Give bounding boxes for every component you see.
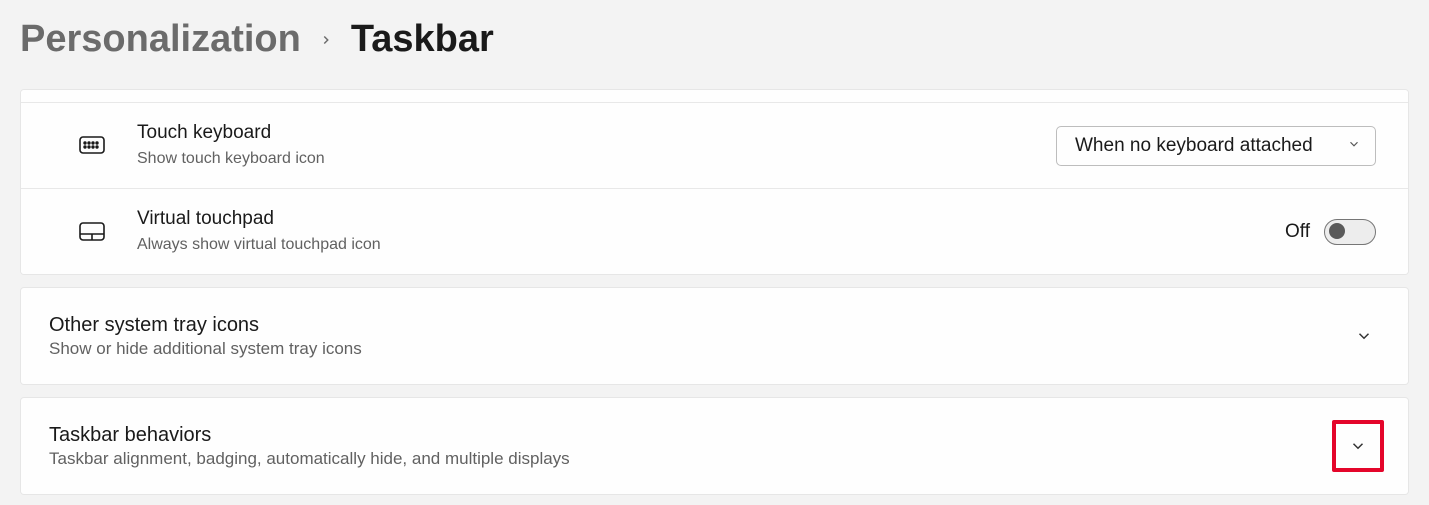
toggle-knob — [1329, 223, 1345, 239]
setting-title: Virtual touchpad — [137, 207, 1285, 232]
setting-row-touch-keyboard: Touch keyboard Show touch keyboard icon … — [21, 103, 1408, 188]
breadcrumb: Personalization Taskbar — [0, 0, 1429, 89]
chevron-down-icon — [1347, 135, 1361, 157]
section-text: Other system tray icons Show or hide add… — [49, 314, 1348, 359]
touchpad-icon — [47, 222, 137, 242]
setting-subtitle: Show touch keyboard icon — [137, 148, 1056, 170]
setting-title: Touch keyboard — [137, 121, 1056, 146]
highlight-annotation — [1332, 420, 1384, 472]
section-subtitle: Taskbar alignment, badging, automaticall… — [49, 449, 1332, 469]
section-title: Taskbar behaviors — [49, 424, 1332, 447]
breadcrumb-current: Taskbar — [351, 18, 494, 61]
settings-section-taskbar-behaviors[interactable]: Taskbar behaviors Taskbar alignment, bad… — [20, 397, 1409, 495]
touch-keyboard-dropdown[interactable]: When no keyboard attached — [1056, 126, 1376, 166]
settings-section-other-tray-icons[interactable]: Other system tray icons Show or hide add… — [20, 287, 1409, 385]
virtual-touchpad-toggle-group: Off — [1285, 219, 1376, 245]
breadcrumb-parent-link[interactable]: Personalization — [20, 18, 301, 61]
toggle-state-label: Off — [1285, 221, 1310, 243]
section-text: Taskbar behaviors Taskbar alignment, bad… — [49, 424, 1332, 469]
setting-text: Virtual touchpad Always show virtual tou… — [137, 207, 1285, 256]
dropdown-value: When no keyboard attached — [1075, 135, 1313, 157]
setting-row-virtual-touchpad: Virtual touchpad Always show virtual tou… — [21, 188, 1408, 274]
chevron-right-icon — [319, 33, 333, 47]
virtual-touchpad-toggle[interactable] — [1324, 219, 1376, 245]
chevron-down-icon[interactable] — [1342, 430, 1374, 462]
section-subtitle: Show or hide additional system tray icon… — [49, 339, 1348, 359]
group-top-edge — [21, 90, 1408, 103]
setting-text: Touch keyboard Show touch keyboard icon — [137, 121, 1056, 170]
section-title: Other system tray icons — [49, 314, 1348, 337]
chevron-down-icon[interactable] — [1348, 320, 1380, 352]
setting-subtitle: Always show virtual touchpad icon — [137, 234, 1285, 256]
settings-group-taskbar-items: Touch keyboard Show touch keyboard icon … — [20, 89, 1409, 275]
keyboard-icon — [47, 136, 137, 156]
